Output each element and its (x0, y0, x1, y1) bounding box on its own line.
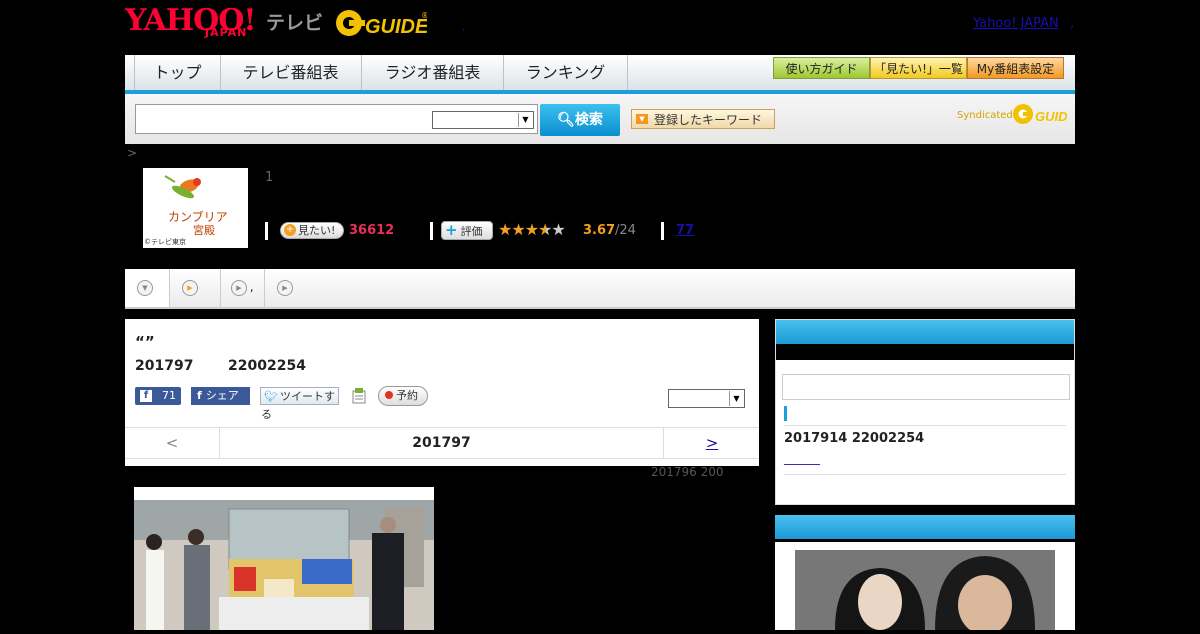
play-icon: ▶ (277, 280, 293, 296)
mitai-list-button[interactable]: 「見たい!」一覧 (870, 57, 967, 79)
nav-radio-schedule[interactable]: ラジオ番組表 (362, 55, 504, 90)
search-category-select[interactable]: ▼ (432, 111, 534, 129)
divider (661, 222, 664, 240)
tab-2[interactable]: ▶ (221, 269, 265, 307)
review-link[interactable]: 77 (676, 223, 694, 238)
header-dot: , (462, 20, 466, 33)
arrow-down-icon: ▼ (636, 114, 648, 124)
program-rank: 1 (265, 170, 274, 185)
divider (784, 474, 1066, 475)
yahoo-japan-link[interactable]: Yahoo! JAPAN (973, 16, 1059, 31)
thumb-title-2: 宮殿 (193, 224, 215, 237)
yahoo-japan-logo-text: JAPAN (205, 26, 248, 39)
registered-keyword-button[interactable]: ▼ 登録したキーワード (631, 109, 775, 129)
tab-overview[interactable]: ▼ (125, 269, 170, 307)
rating-value: 3.67 (583, 223, 616, 238)
reminder-select[interactable]: ▼ (668, 389, 745, 408)
rating-stars: ★★★★★ (498, 220, 566, 239)
reserve-button[interactable]: 予約 (378, 386, 428, 406)
program-tabs: ▼ ▶ , ▶ ▶ (125, 269, 1075, 309)
next-episode-button[interactable]: > (663, 428, 760, 458)
episode-info-box: “” 201797 22002254 f 71 f シェア 🐦︎ ツイートする 予約 … (125, 319, 759, 466)
cast-photo[interactable] (795, 550, 1055, 630)
plus-icon: + (445, 221, 458, 239)
star-half-icon: ★ (538, 220, 552, 239)
rating-count: /24 (615, 223, 636, 238)
breadcrumb: > (127, 146, 138, 160)
cast-box-header (775, 515, 1075, 539)
section-marker (784, 406, 787, 421)
nav-ranking[interactable]: ランキング (504, 55, 628, 90)
twitter-bird-icon: 🐦︎ (264, 390, 278, 403)
bookmark-button[interactable] (351, 387, 367, 405)
chevron-down-icon: ▼ (518, 113, 532, 127)
svg-text:GUIDE: GUIDE (1035, 109, 1068, 124)
play-icon: ▶ (231, 280, 247, 296)
tweet-button[interactable]: 🐦︎ ツイートする (260, 387, 339, 421)
tab-3[interactable]: ▶ (265, 269, 295, 307)
sidebox-subheader (776, 344, 1074, 360)
bookmark-icon (352, 388, 366, 404)
next-broadcast-link[interactable]: ______ (784, 451, 820, 465)
facebook-icon: f (140, 390, 152, 402)
rate-button[interactable]: + 評価 (441, 221, 493, 240)
gguide-logo[interactable]: GUIDE ® (335, 8, 427, 38)
episode-photo[interactable] (134, 487, 434, 630)
cast-box (775, 515, 1075, 630)
facebook-like-button[interactable]: f 71 (135, 387, 181, 405)
sidebox-header (776, 320, 1074, 344)
usage-guide-button[interactable]: 使い方ガイド (773, 57, 870, 79)
sidebox-field (782, 374, 1070, 400)
nav-top[interactable]: トップ (134, 55, 221, 90)
star-icon: ★ (511, 220, 525, 239)
search-button[interactable]: 🔍︎検索 (540, 104, 620, 136)
thumb-credit: ©テレビ東京 (144, 238, 186, 246)
star-icon: ★ (498, 220, 512, 239)
star-icon: ★ (551, 220, 565, 239)
facebook-share-button[interactable]: f シェア (191, 387, 250, 405)
cast-box-subheader (775, 539, 1075, 542)
syndicated-gguide-logo: GUIDE (1013, 104, 1068, 124)
facebook-icon: f (197, 389, 202, 402)
mitai-button[interactable]: + 見たい! (280, 222, 344, 239)
program-thumbnail[interactable]: カンブリア 宮殿 ©テレビ東京 (143, 168, 248, 248)
divider (265, 222, 268, 240)
next-broadcast-datetime: 2017914 22002254 (784, 431, 925, 446)
next-broadcast-box: 2017914 22002254 ______ (775, 319, 1075, 505)
tab-1[interactable]: ▶ , (170, 269, 254, 307)
tv-logo-text[interactable]: テレビ (266, 8, 323, 35)
svg-text:®: ® (421, 11, 427, 20)
chevron-down-icon: ▼ (729, 391, 743, 406)
svg-text:GUIDE: GUIDE (365, 16, 427, 38)
nav-tv-schedule[interactable]: テレビ番組表 (220, 55, 362, 90)
header-sep: , (1070, 16, 1075, 31)
star-icon: ★ (524, 220, 539, 239)
chevron-down-icon: ▼ (137, 280, 153, 296)
search-icon: 🔍︎ (557, 112, 575, 128)
prev-episode-button[interactable]: < (125, 428, 220, 458)
global-nav: トップ テレビ番組表 ラジオ番組表 ランキング 使い方ガイド 「見たい!」一覧 … (125, 55, 1075, 94)
my-schedule-settings-button[interactable]: My番組表設定 (967, 57, 1064, 79)
divider (430, 222, 433, 240)
episode-time: 22002254 (228, 358, 306, 374)
episode-pager: < 201797 > (125, 427, 759, 459)
play-icon: ▶ (182, 280, 198, 296)
plus-icon: + (284, 224, 296, 236)
search-bar: ▼ 🔍︎検索 ▼ 登録したキーワード Syndicated GUIDE (125, 94, 1075, 144)
episode-title: “” (135, 333, 155, 351)
current-episode-date: 201797 (412, 435, 471, 451)
divider (784, 425, 1066, 426)
mitai-count: 36612 (349, 223, 395, 238)
previous-broadcast-note: 201796 200 (651, 465, 724, 479)
record-icon (385, 391, 393, 399)
episode-date: 201797 (135, 358, 194, 374)
syndicated-label: Syndicated (957, 110, 1013, 121)
episode-photo-image (134, 500, 434, 630)
